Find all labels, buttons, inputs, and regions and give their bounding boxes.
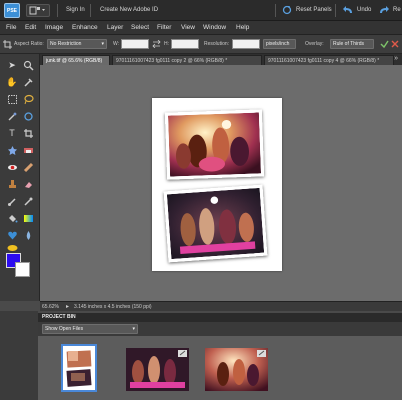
background-color-swatch[interactable] xyxy=(15,262,30,277)
resolution-unit-value: pixels/inch xyxy=(266,41,290,47)
bin-thumbnail-junk[interactable] xyxy=(61,344,97,392)
move-tool-icon[interactable]: ➤ xyxy=(5,58,19,72)
overlay-select[interactable]: Rule of Thirds xyxy=(330,39,374,49)
swap-icon[interactable] xyxy=(152,39,161,50)
tool-options-bar: Aspect Ratio: No Restriction ▾ W: H: Res… xyxy=(0,35,402,54)
magic-wand-tool-icon[interactable] xyxy=(5,109,19,123)
arrange-button[interactable] xyxy=(26,4,50,17)
paint-bucket-tool-icon[interactable] xyxy=(5,211,19,225)
red-eye-tool-icon[interactable] xyxy=(5,160,19,174)
undo-icon xyxy=(342,5,354,17)
create-account-link[interactable]: Create New Adobe ID xyxy=(100,7,158,13)
resolution-field[interactable] xyxy=(232,39,260,49)
menu-view[interactable]: View xyxy=(181,24,195,31)
project-bin-controls: Show Open Files ▾ xyxy=(38,322,402,336)
menu-image[interactable]: Image xyxy=(45,24,63,31)
menu-help[interactable]: Help xyxy=(236,24,249,31)
grid-icon xyxy=(29,6,45,15)
bin-thumbnail-copy-2[interactable] xyxy=(126,348,189,391)
aspect-ratio-value: No Restriction xyxy=(50,41,82,47)
chevron-down-icon: ▾ xyxy=(132,326,135,332)
image-canvas[interactable] xyxy=(40,65,402,301)
photo-top xyxy=(164,109,265,180)
tab-label: 97011161007423 fg0111 copy 4 @ 66% (RGB/… xyxy=(268,58,380,64)
width-label: W: xyxy=(113,41,120,47)
project-bin-title: PROJECT BIN xyxy=(42,314,76,320)
document-tabs: junk.tif @ 65.6% (RGB/8) 97011161007423 … xyxy=(40,54,402,65)
photo-bottom xyxy=(163,184,268,263)
document-info: 3.145 inches x 4.5 inches (150 ppi) xyxy=(74,304,152,310)
cancel-icon[interactable] xyxy=(391,40,399,50)
tab-label: 97011161007423 fg0111 copy 2 @ 66% (RGB/… xyxy=(116,58,228,64)
redo-button[interactable]: Re xyxy=(393,7,401,13)
show-files-select[interactable]: Show Open Files ▾ xyxy=(42,324,138,334)
width-field[interactable] xyxy=(121,39,149,49)
menu-select[interactable]: Select xyxy=(131,24,149,31)
menu-file[interactable]: File xyxy=(6,24,16,31)
tab-copy-4[interactable]: 97011161007423 fg0111 copy 4 @ 66% (RGB/… xyxy=(264,55,394,65)
menu-enhance[interactable]: Enhance xyxy=(72,24,98,31)
marquee-tool-icon[interactable] xyxy=(5,92,19,106)
zoom-tool-icon[interactable] xyxy=(21,58,35,72)
bin-thumbnail-copy-4[interactable] xyxy=(205,348,268,391)
gradient-tool-icon[interactable] xyxy=(21,211,35,225)
hand-tool-icon[interactable]: ✋ xyxy=(5,75,19,89)
left-strip xyxy=(0,311,38,400)
menu-bar: File Edit Image Enhance Layer Select Fil… xyxy=(0,21,402,35)
eyedropper-tool-icon[interactable] xyxy=(21,75,35,89)
project-bin xyxy=(38,336,402,400)
blur-tool-icon[interactable] xyxy=(21,228,35,242)
tab-label: junk.tif @ 65.6% (RGB/8) xyxy=(46,58,103,64)
project-bin-header: PROJECT BIN xyxy=(38,313,402,322)
height-field[interactable] xyxy=(171,39,199,49)
straighten-tool-icon[interactable] xyxy=(21,143,35,157)
tab-junk[interactable]: junk.tif @ 65.6% (RGB/8) xyxy=(42,55,110,65)
menu-filter[interactable]: Filter xyxy=(157,24,171,31)
overlay-label: Overlay: xyxy=(305,41,324,47)
resolution-unit-select[interactable]: pixels/inch xyxy=(263,39,296,49)
healing-brush-tool-icon[interactable] xyxy=(21,160,35,174)
cookie-cutter-tool-icon[interactable] xyxy=(5,143,19,157)
zoom-level: 65.62% xyxy=(42,304,59,310)
status-bar: 65.62% ▸ 3.145 inches x 4.5 inches (150 … xyxy=(40,301,402,311)
toolbox: ➤ ✋ T xyxy=(0,54,40,301)
custom-shape-tool-icon[interactable] xyxy=(5,228,19,242)
show-files-value: Show Open Files xyxy=(45,326,84,332)
smart-brush-tool-icon[interactable] xyxy=(21,194,35,208)
aspect-ratio-select[interactable]: No Restriction ▾ xyxy=(47,39,107,49)
status-arrow-icon[interactable]: ▸ xyxy=(66,303,69,310)
selection-brush-tool-icon[interactable] xyxy=(21,109,35,123)
reset-panels-icon xyxy=(282,5,292,17)
lasso-tool-icon[interactable] xyxy=(21,92,35,106)
undo-button[interactable]: Undo xyxy=(357,7,371,13)
tab-copy-2[interactable]: 97011161007423 fg0111 copy 2 @ 66% (RGB/… xyxy=(112,55,262,65)
resolution-label: Resolution: xyxy=(204,41,230,47)
reset-panels-button[interactable]: Reset Panels xyxy=(296,7,332,13)
tabs-overflow-icon[interactable]: » xyxy=(394,55,398,62)
menu-layer[interactable]: Layer xyxy=(107,24,123,31)
pse-logo: PSE xyxy=(4,3,20,18)
redo-icon xyxy=(378,5,390,17)
document-page xyxy=(152,98,282,271)
aspect-ratio-label: Aspect Ratio: xyxy=(14,41,44,47)
crop-tool-icon[interactable] xyxy=(21,126,35,140)
sign-in-link[interactable]: Sign In xyxy=(66,7,85,13)
chevron-down-icon: ▾ xyxy=(101,41,104,47)
type-tool-icon[interactable]: T xyxy=(5,126,19,140)
brush-tool-icon[interactable] xyxy=(5,194,19,208)
overlay-value: Rule of Thirds xyxy=(333,41,365,47)
height-label: H: xyxy=(164,41,169,47)
menu-edit[interactable]: Edit xyxy=(25,24,36,31)
eraser-tool-icon[interactable] xyxy=(21,177,35,191)
title-bar: PSE Sign In Create New Adobe ID Reset Pa… xyxy=(0,0,402,21)
crop-tool-icon xyxy=(3,40,12,51)
menu-window[interactable]: Window xyxy=(203,24,226,31)
clone-stamp-tool-icon[interactable] xyxy=(5,177,19,191)
commit-icon[interactable] xyxy=(380,40,389,51)
